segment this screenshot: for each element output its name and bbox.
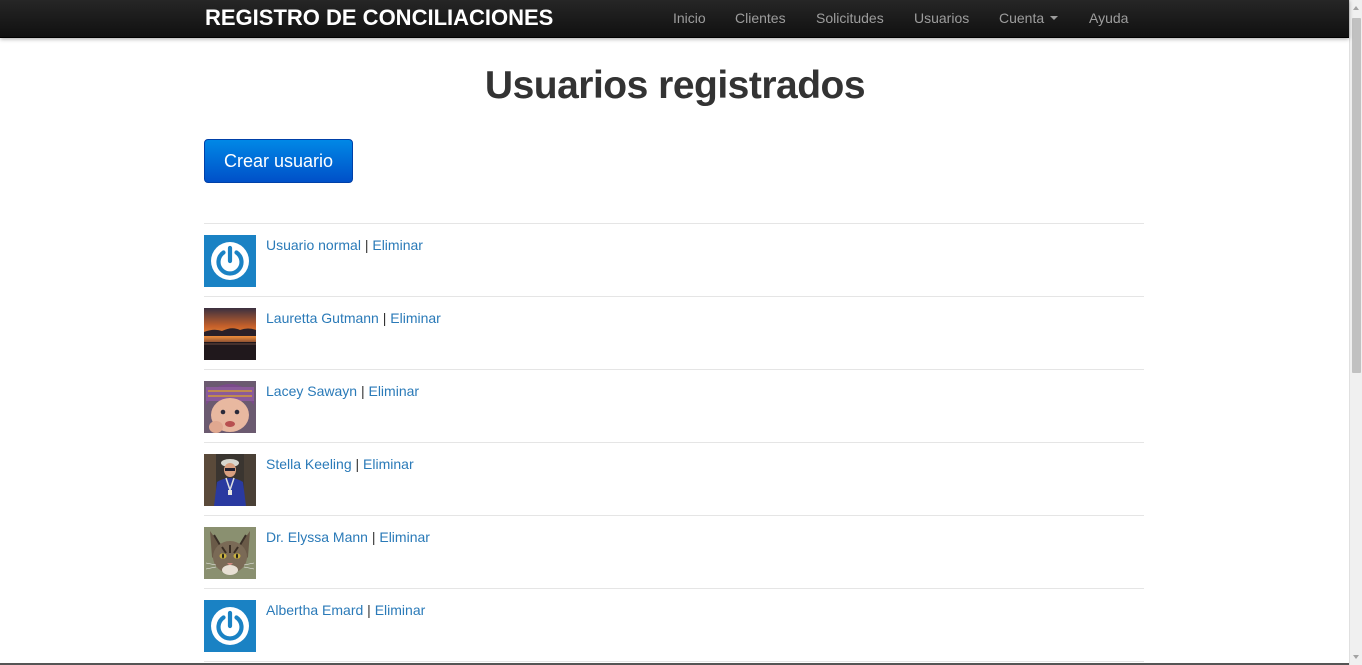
top-navbar: REGISTRO DE CONCILIACIONES Inicio Client… [0, 0, 1349, 38]
user-name-link[interactable]: Dr. Elyssa Mann [266, 529, 368, 545]
create-user-button[interactable]: Crear usuario [204, 139, 353, 183]
user-row: Lacey Sawayn | Eliminar [204, 370, 1144, 443]
nav-cuenta-label: Cuenta [999, 10, 1044, 26]
separator: | [383, 310, 387, 326]
brand-link[interactable]: REGISTRO DE CONCILIACIONES [205, 5, 553, 31]
user-list: Usuario normal | Eliminar [204, 223, 1144, 662]
sunset-photo [204, 308, 256, 360]
user-links: Usuario normal | Eliminar [266, 237, 423, 253]
scroll-thumb[interactable] [1352, 18, 1361, 373]
scroll-down-arrow-icon[interactable] [1353, 655, 1359, 659]
delete-user-link[interactable]: Eliminar [368, 383, 419, 399]
caret-down-icon [1050, 16, 1058, 20]
page-title: Usuarios registrados [205, 62, 1145, 110]
user-row: Albertha Emard | Eliminar [204, 589, 1144, 662]
user-row: Dr. Elyssa Mann | Eliminar [204, 516, 1144, 589]
delete-user-link[interactable]: Eliminar [390, 310, 441, 326]
delete-user-link[interactable]: Eliminar [363, 456, 414, 472]
separator: | [361, 383, 365, 399]
separator: | [356, 456, 360, 472]
user-name-link[interactable]: Albertha Emard [266, 602, 363, 618]
user-links: Dr. Elyssa Mann | Eliminar [266, 529, 430, 545]
user-name-link[interactable]: Lauretta Gutmann [266, 310, 379, 326]
separator: | [372, 529, 376, 545]
power-icon [204, 235, 256, 287]
delete-user-link[interactable]: Eliminar [379, 529, 430, 545]
nav-usuarios[interactable]: Usuarios [914, 9, 969, 27]
vertical-scrollbar[interactable] [1349, 0, 1362, 665]
nav-clientes[interactable]: Clientes [735, 9, 786, 27]
delete-user-link[interactable]: Eliminar [375, 602, 426, 618]
user-links: Lacey Sawayn | Eliminar [266, 383, 419, 399]
user-name-link[interactable]: Stella Keeling [266, 456, 352, 472]
child-photo [204, 381, 256, 433]
nav-ayuda[interactable]: Ayuda [1089, 9, 1128, 27]
nav-solicitudes[interactable]: Solicitudes [816, 9, 884, 27]
scroll-up-arrow-icon[interactable] [1353, 6, 1359, 10]
user-links: Albertha Emard | Eliminar [266, 602, 425, 618]
delete-user-link[interactable]: Eliminar [372, 237, 423, 253]
user-row: Lauretta Gutmann | Eliminar [204, 297, 1144, 370]
power-icon [204, 600, 256, 652]
user-row: Usuario normal | Eliminar [204, 224, 1144, 297]
user-links: Stella Keeling | Eliminar [266, 456, 414, 472]
separator: | [367, 602, 371, 618]
separator: | [365, 237, 369, 253]
user-name-link[interactable]: Usuario normal [266, 237, 361, 253]
nav-cuenta-dropdown[interactable]: Cuenta [999, 9, 1058, 27]
person-photo [204, 454, 256, 506]
user-row: Stella Keeling | Eliminar [204, 443, 1144, 516]
nav-inicio[interactable]: Inicio [673, 9, 706, 27]
user-name-link[interactable]: Lacey Sawayn [266, 383, 357, 399]
cat-photo [204, 527, 256, 579]
user-links: Lauretta Gutmann | Eliminar [266, 310, 441, 326]
